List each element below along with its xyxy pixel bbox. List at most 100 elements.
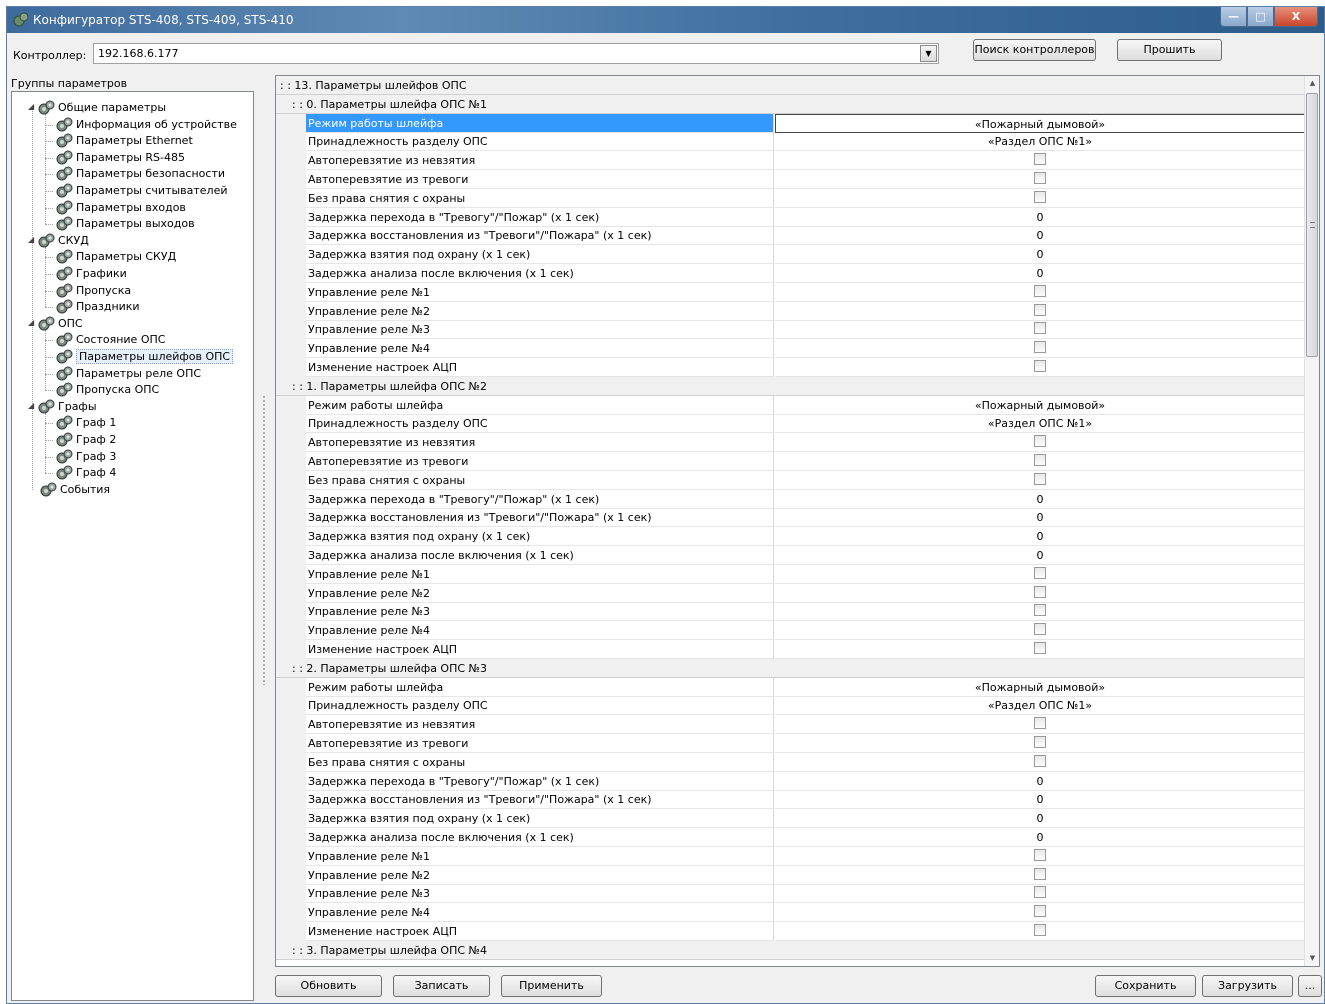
property-name[interactable]: Управление реле №1 <box>306 846 774 866</box>
grid-group-header[interactable]: : : 0. Параметры шлейфа ОПС №1 <box>276 94 1305 114</box>
scroll-up-icon[interactable]: ▲ <box>1305 76 1319 91</box>
property-row[interactable]: Автоперевзятие из невзятия <box>276 151 1305 171</box>
property-row[interactable]: Без права снятия с охраны <box>276 188 1305 208</box>
property-row[interactable]: Изменение настроек АЦП <box>276 922 1305 941</box>
grid-scrollbar[interactable]: ▲ ▼ <box>1304 76 1319 966</box>
property-row[interactable]: Автоперевзятие из невзятия <box>276 433 1305 453</box>
grid-group-header[interactable]: : : 1. Параметры шлейфа ОПС №2 <box>276 376 1305 396</box>
property-value[interactable]: 0 <box>775 245 1305 265</box>
property-row[interactable]: Автоперевзятие из тревоги <box>276 734 1305 753</box>
property-value[interactable]: 0 <box>775 546 1305 565</box>
property-row[interactable]: Задержка анализа после включения (x 1 се… <box>276 546 1305 565</box>
property-row[interactable]: Автоперевзятие из тревоги <box>276 452 1305 471</box>
property-value[interactable]: 0 <box>775 264 1305 283</box>
property-checkbox[interactable] <box>1034 566 1046 579</box>
property-row[interactable]: Задержка анализа после включения (x 1 се… <box>276 264 1305 283</box>
property-value[interactable]: 0 <box>775 772 1305 791</box>
property-value-cell[interactable] <box>775 884 1305 904</box>
property-name[interactable]: Изменение настроек АЦП <box>306 922 774 941</box>
property-name[interactable]: Задержка перехода в "Тревогу"/"Пожар" (x… <box>306 489 774 509</box>
minimize-button[interactable]: — <box>1220 7 1247 27</box>
property-checkbox[interactable] <box>1034 717 1046 730</box>
write-button[interactable]: Записать <box>393 975 490 997</box>
property-row[interactable]: Задержка взятия под охрану (x 1 сек) 0 <box>276 527 1305 547</box>
property-value[interactable]: «Пожарный дымовой» <box>775 113 1305 133</box>
property-row[interactable]: Задержка взятия под охрану (x 1 сек) 0 <box>276 809 1305 829</box>
property-value[interactable]: 0 <box>775 226 1305 246</box>
property-row[interactable]: Без права снятия с охраны <box>276 470 1305 490</box>
property-value-cell[interactable] <box>775 753 1305 772</box>
property-row[interactable]: Без права снятия с охраны <box>276 752 1305 772</box>
property-name[interactable]: Автоперевзятие из тревоги <box>306 734 774 753</box>
property-checkbox[interactable] <box>1034 905 1046 918</box>
property-value-cell[interactable] <box>775 903 1305 923</box>
property-row[interactable]: Управление реле №2 <box>276 865 1305 885</box>
property-row[interactable]: Изменение настроек АЦП <box>276 640 1305 659</box>
property-name[interactable]: Задержка восстановления из "Тревоги"/"По… <box>306 508 774 528</box>
property-row[interactable]: Управление реле №1 <box>276 564 1305 584</box>
scroll-down-icon[interactable]: ▼ <box>1305 951 1319 966</box>
property-name[interactable]: Без права снятия с охраны <box>306 752 774 772</box>
expander-icon[interactable]: ◢ <box>28 102 38 111</box>
property-name[interactable]: Задержка взятия под охрану (x 1 сек) <box>306 245 774 265</box>
property-row[interactable]: Управление реле №4 <box>276 339 1305 359</box>
property-value[interactable]: 0 <box>775 208 1305 227</box>
property-name[interactable]: Управление реле №2 <box>306 583 774 603</box>
property-value-cell[interactable] <box>775 734 1305 753</box>
property-name[interactable]: Управление реле №3 <box>306 884 774 904</box>
property-name[interactable]: Задержка перехода в "Тревогу"/"Пожар" (x… <box>306 207 774 227</box>
property-value[interactable]: 0 <box>775 508 1305 528</box>
property-row[interactable]: Режим работы шлейфа «Пожарный дымовой» <box>276 395 1305 415</box>
property-value[interactable]: «Пожарный дымовой» <box>775 396 1305 415</box>
property-name[interactable]: Без права снятия с охраны <box>306 470 774 490</box>
property-value[interactable]: 0 <box>775 490 1305 509</box>
property-checkbox[interactable] <box>1034 322 1046 335</box>
property-row[interactable]: Режим работы шлейфа «Пожарный дымовой» <box>276 113 1305 133</box>
property-value-cell[interactable] <box>775 302 1305 321</box>
property-row[interactable]: Задержка перехода в "Тревогу"/"Пожар" (x… <box>276 207 1305 227</box>
property-name[interactable]: Задержка анализа после включения (x 1 се… <box>306 828 774 847</box>
property-name[interactable]: Задержка перехода в "Тревогу"/"Пожар" (x… <box>306 771 774 791</box>
property-name[interactable]: Автоперевзятие из невзятия <box>306 151 774 171</box>
property-row[interactable]: Управление реле №3 <box>276 884 1305 904</box>
expander-icon[interactable]: ◢ <box>28 401 38 410</box>
property-checkbox[interactable] <box>1034 303 1046 316</box>
property-value-cell[interactable] <box>775 847 1305 866</box>
property-row[interactable]: Управление реле №1 <box>276 282 1305 302</box>
grid-group-header[interactable]: : : 2. Параметры шлейфа ОПС №3 <box>276 658 1305 678</box>
property-value[interactable]: 0 <box>775 809 1305 829</box>
expander-icon[interactable]: ◢ <box>28 235 38 244</box>
property-checkbox[interactable] <box>1034 848 1046 861</box>
flash-button[interactable]: Прошить <box>1117 39 1222 61</box>
property-row[interactable]: Автоперевзятие из тревоги <box>276 170 1305 189</box>
property-value[interactable]: 0 <box>775 828 1305 847</box>
property-row[interactable]: Принадлежность разделу ОПС «Раздел ОПС №1… <box>276 132 1305 152</box>
expander-icon[interactable]: ◢ <box>28 318 38 327</box>
property-name[interactable]: Управление реле №4 <box>306 339 774 359</box>
property-checkbox[interactable] <box>1034 190 1046 203</box>
property-value[interactable]: «Раздел ОПС №1» <box>775 414 1305 434</box>
property-value-cell[interactable] <box>775 151 1305 171</box>
property-name[interactable]: Режим работы шлейфа <box>306 677 774 697</box>
property-row[interactable]: Принадлежность разделу ОПС «Раздел ОПС №1… <box>276 696 1305 716</box>
property-name[interactable]: Управление реле №2 <box>306 865 774 885</box>
property-name[interactable]: Принадлежность разделу ОПС <box>306 132 774 152</box>
property-name[interactable]: Автоперевзятие из невзятия <box>306 715 774 735</box>
property-name[interactable]: Изменение настроек АЦП <box>306 358 774 377</box>
property-checkbox[interactable] <box>1034 604 1046 617</box>
property-value-cell[interactable] <box>775 358 1305 377</box>
property-name[interactable]: Управление реле №4 <box>306 621 774 641</box>
property-checkbox[interactable] <box>1034 642 1046 654</box>
property-checkbox[interactable] <box>1034 623 1046 636</box>
property-name[interactable]: Управление реле №1 <box>306 564 774 584</box>
property-checkbox[interactable] <box>1034 585 1046 598</box>
property-name[interactable]: Управление реле №1 <box>306 282 774 302</box>
property-row[interactable]: Управление реле №3 <box>276 320 1305 340</box>
property-checkbox[interactable] <box>1034 284 1046 297</box>
property-checkbox[interactable] <box>1034 153 1046 166</box>
apply-button[interactable]: Применить <box>501 975 602 997</box>
property-checkbox[interactable] <box>1034 454 1046 466</box>
property-row[interactable]: Управление реле №3 <box>276 602 1305 622</box>
property-value-cell[interactable] <box>775 715 1305 735</box>
property-row[interactable]: Задержка перехода в "Тревогу"/"Пожар" (x… <box>276 489 1305 509</box>
